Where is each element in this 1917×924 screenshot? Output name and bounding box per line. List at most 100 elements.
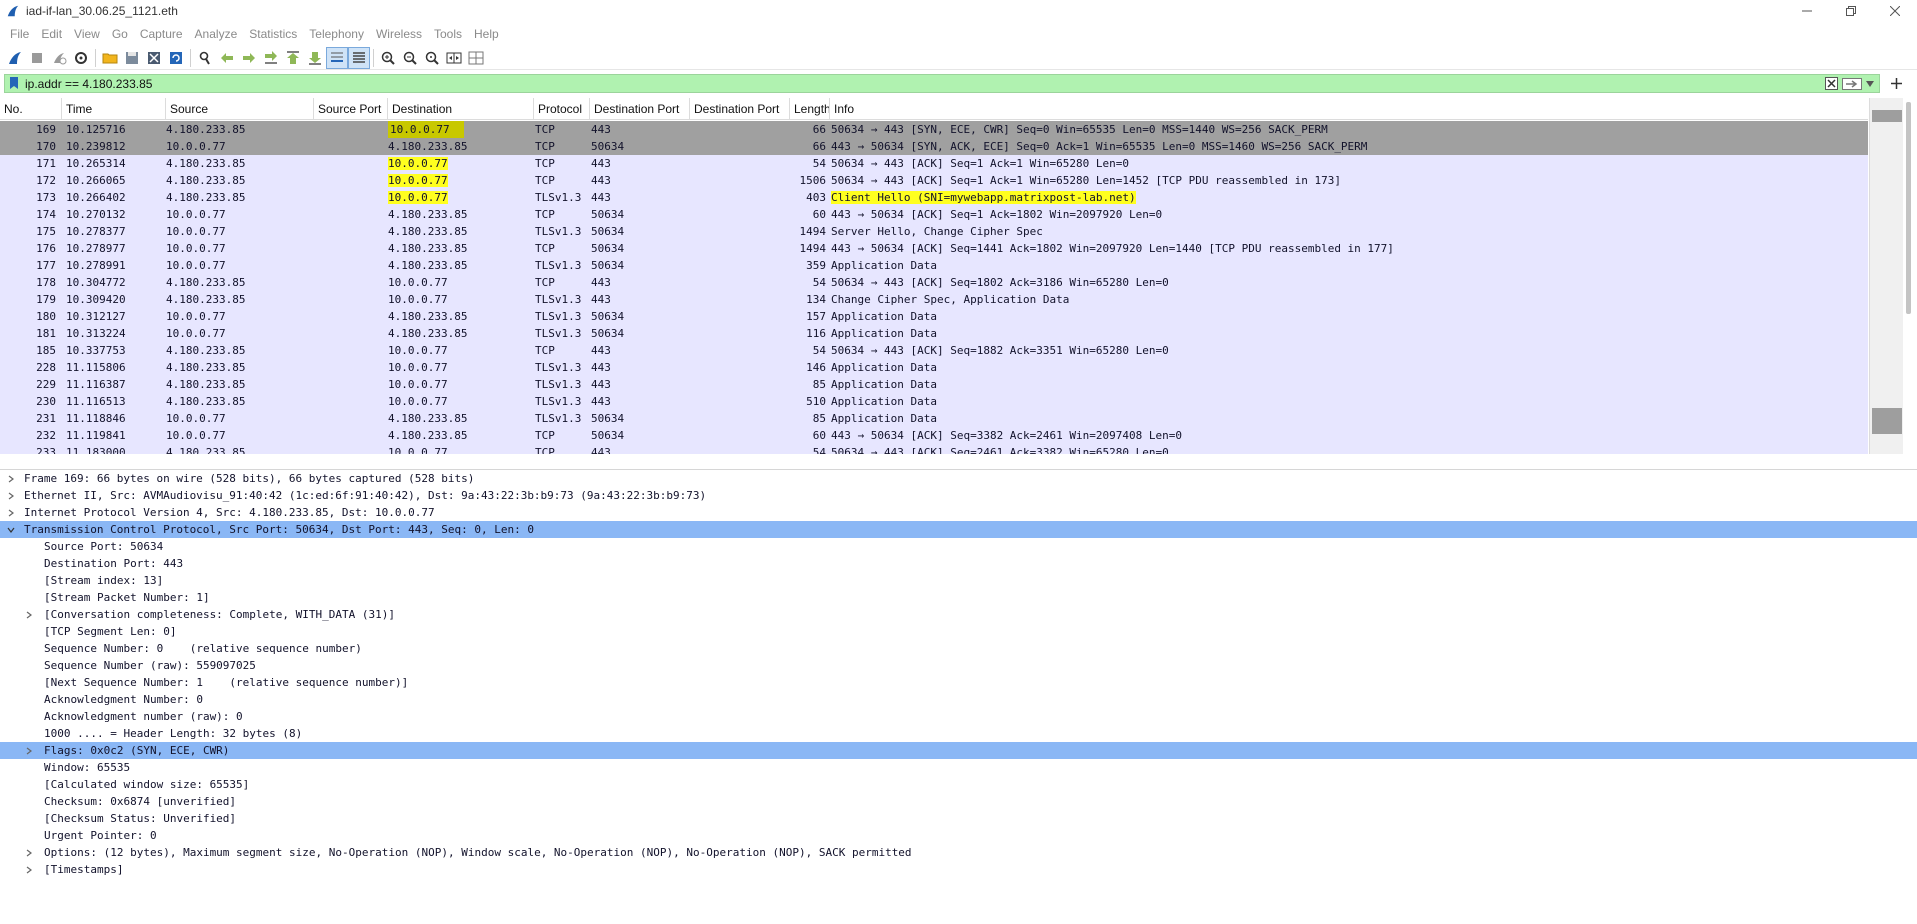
menu-file[interactable]: File [4,27,35,41]
packet-row[interactable]: 175 10.278377 10.0.0.77 4.180.233.85 TLSv1.3… [0,223,1868,240]
detail-tree-item[interactable]: Transmission Control Protocol, Src Port:… [0,521,1917,538]
packet-row[interactable]: 180 10.312127 10.0.0.77 4.180.233.85 TLSv1.3… [0,308,1868,325]
detail-tree-item[interactable]: [Stream Packet Number: 1] [0,589,1917,606]
zoom-in-button[interactable] [377,47,399,69]
packet-row[interactable]: 178 10.304772 4.180.233.85 10.0.0.77 TCP 443 5… [0,274,1868,291]
restore-button[interactable] [1829,0,1873,22]
menu-telephony[interactable]: Telephony [303,27,370,41]
stop-capture-button[interactable] [26,47,48,69]
packet-row[interactable]: 232 11.119841 10.0.0.77 4.180.233.85 TCP 5063… [0,427,1868,444]
detail-tree-item[interactable]: [Calculated window size: 65535] [0,776,1917,793]
packet-row[interactable]: 229 11.116387 4.180.233.85 10.0.0.77 TLSv1.3… [0,376,1868,393]
packet-row[interactable]: 181 10.313224 10.0.0.77 4.180.233.85 TLSv1.3… [0,325,1868,342]
detail-tree-item[interactable]: [Checksum Status: Unverified] [0,810,1917,827]
close-button[interactable] [1873,0,1917,22]
zoom-out-button[interactable] [399,47,421,69]
detail-tree-item[interactable]: Urgent Pointer: 0 [0,827,1917,844]
capture-options-button[interactable] [70,47,92,69]
vertical-scrollbar-thumb[interactable] [1906,102,1911,314]
menu-edit[interactable]: Edit [35,27,68,41]
detail-tree-item[interactable]: Sequence Number (raw): 559097025 [0,657,1917,674]
open-file-button[interactable] [99,47,121,69]
detail-tree-item[interactable]: [Stream index: 13] [0,572,1917,589]
packet-minimap[interactable] [1869,98,1903,454]
filter-bookmark-button[interactable] [7,76,21,91]
packet-row[interactable]: 231 11.118846 10.0.0.77 4.180.233.85 TLSv1.3… [0,410,1868,427]
detail-tree-item[interactable]: Destination Port: 443 [0,555,1917,572]
start-capture-button[interactable] [4,47,26,69]
menu-wireless[interactable]: Wireless [370,27,428,41]
autoscroll-button[interactable] [326,46,348,69]
expand-arrow-icon[interactable] [24,861,34,878]
detail-tree-item[interactable]: Acknowledgment Number: 0 [0,691,1917,708]
zoom-reset-button[interactable] [421,47,443,69]
expand-arrow-icon[interactable] [6,487,16,504]
reload-file-button[interactable] [165,47,187,69]
packet-row[interactable]: 228 11.115806 4.180.233.85 10.0.0.77 TLSv1.3… [0,359,1868,376]
save-file-button[interactable] [121,47,143,69]
find-packet-button[interactable] [194,47,216,69]
packet-row[interactable]: 230 11.116513 4.180.233.85 10.0.0.77 TLSv1.3… [0,393,1868,410]
column-header-destination-port[interactable]: Destination Port [590,98,690,120]
collapse-arrow-icon[interactable] [6,521,16,538]
packet-row[interactable]: 173 10.266402 4.180.233.85 10.0.0.77 TLSv1.3… [0,189,1868,206]
detail-tree-item[interactable]: Frame 169: 66 bytes on wire (528 bits), … [0,470,1917,487]
go-back-button[interactable] [216,47,238,69]
detail-tree-item[interactable]: Ethernet II, Src: AVMAudiovisu_91:40:42 … [0,487,1917,504]
column-header-destination-port-2[interactable]: Destination Port [690,98,790,120]
detail-tree-item[interactable]: Window: 65535 [0,759,1917,776]
column-header-length[interactable]: Length [790,98,830,120]
filter-history-dropdown[interactable] [1863,76,1877,92]
expand-arrow-icon[interactable] [24,844,34,861]
expand-arrow-icon[interactable] [24,606,34,623]
detail-tree-item[interactable]: Options: (12 bytes), Maximum segment siz… [0,844,1917,861]
menu-help[interactable]: Help [468,27,505,41]
packet-row[interactable]: 174 10.270132 10.0.0.77 4.180.233.85 TCP 5063… [0,206,1868,223]
packet-row[interactable]: 169 10.125716 4.180.233.85 10.0.0.77 TCP 443 6… [0,121,1868,138]
column-header-destination[interactable]: Destination [388,98,534,120]
go-forward-button[interactable] [238,47,260,69]
column-header-source-port[interactable]: Source Port [314,98,388,120]
detail-tree-item[interactable]: [Conversation completeness: Complete, WI… [0,606,1917,623]
menu-capture[interactable]: Capture [134,27,189,41]
column-header-no[interactable]: No. [0,98,62,120]
detail-tree-item[interactable]: [Timestamps] [0,861,1917,878]
close-file-button[interactable] [143,47,165,69]
minimize-button[interactable] [1785,0,1829,22]
packet-row[interactable]: 179 10.309420 4.180.233.85 10.0.0.77 TLSv1.3… [0,291,1868,308]
menu-statistics[interactable]: Statistics [243,27,303,41]
menu-view[interactable]: View [68,27,106,41]
packet-row[interactable]: 176 10.278977 10.0.0.77 4.180.233.85 TCP 5063… [0,240,1868,257]
packet-row[interactable]: 177 10.278991 10.0.0.77 4.180.233.85 TLSv1.3… [0,257,1868,274]
packet-row[interactable]: 172 10.266065 4.180.233.85 10.0.0.77 TCP 443 1… [0,172,1868,189]
menu-tools[interactable]: Tools [428,27,468,41]
expand-arrow-icon[interactable] [24,742,34,759]
column-header-info[interactable]: Info [830,98,1868,120]
detail-tree-item[interactable]: Internet Protocol Version 4, Src: 4.180.… [0,504,1917,521]
detail-tree-item[interactable]: 1000 .... = Header Length: 32 bytes (8) [0,725,1917,742]
go-to-packet-button[interactable] [260,47,282,69]
detail-tree-item[interactable]: Flags: 0x0c2 (SYN, ECE, CWR) [0,742,1917,759]
layout-button[interactable] [465,47,487,69]
resize-columns-button[interactable] [443,47,465,69]
packet-row[interactable]: 233 11.183000 4.180.233.85 10.0.0.77 TCP 443 5… [0,444,1868,454]
clear-filter-button[interactable] [1823,76,1839,92]
detail-tree-item[interactable]: Acknowledgment number (raw): 0 [0,708,1917,725]
colorize-button[interactable] [348,46,370,69]
add-filter-button[interactable] [1886,74,1906,93]
detail-tree-item[interactable]: [TCP Segment Len: 0] [0,623,1917,640]
column-header-protocol[interactable]: Protocol [534,98,590,120]
packet-row[interactable]: 170 10.239812 10.0.0.77 4.180.233.85 TCP 5063… [0,138,1868,155]
column-header-time[interactable]: Time [62,98,166,120]
last-packet-button[interactable] [304,47,326,69]
menu-go[interactable]: Go [106,27,134,41]
detail-tree-item[interactable]: Checksum: 0x6874 [unverified] [0,793,1917,810]
menu-analyze[interactable]: Analyze [189,27,244,41]
restart-capture-button[interactable] [48,47,70,69]
column-header-source[interactable]: Source [166,98,314,120]
detail-tree-item[interactable]: [Next Sequence Number: 1 (relative seque… [0,674,1917,691]
display-filter-input[interactable] [21,76,1823,91]
detail-tree-item[interactable]: Sequence Number: 0 (relative sequence nu… [0,640,1917,657]
first-packet-button[interactable] [282,47,304,69]
packet-row[interactable]: 185 10.337753 4.180.233.85 10.0.0.77 TCP 443 5… [0,342,1868,359]
